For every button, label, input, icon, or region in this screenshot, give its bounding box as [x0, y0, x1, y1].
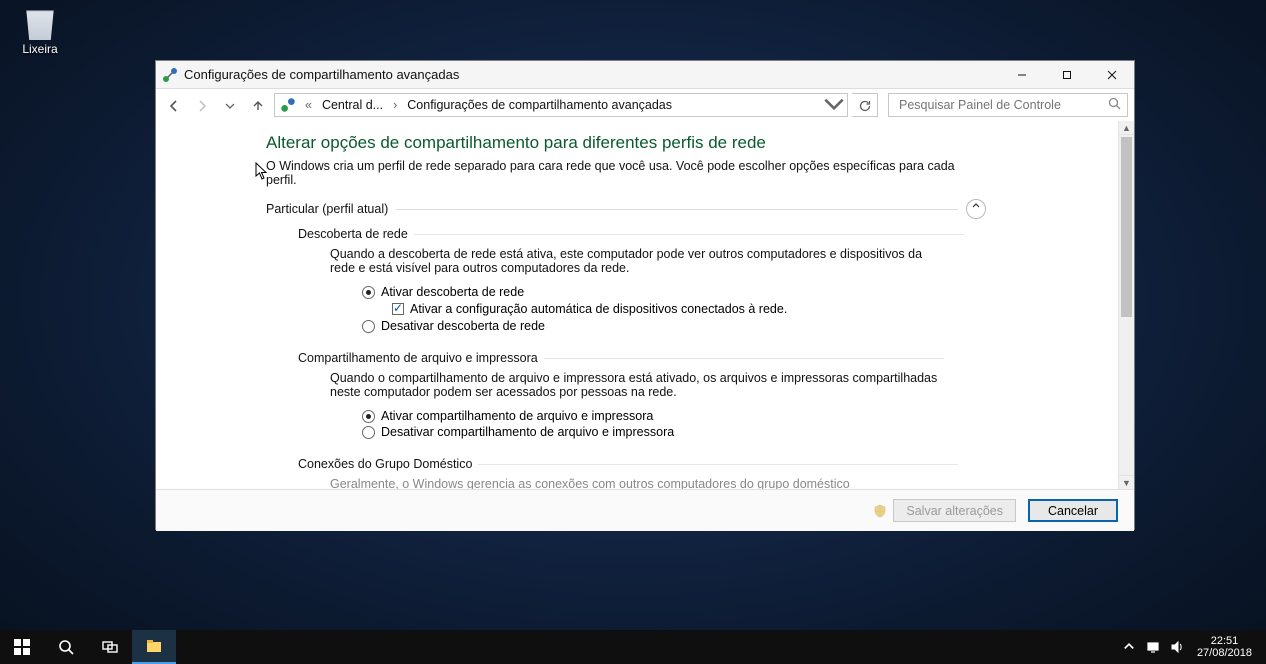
address-history-button[interactable] [821, 91, 847, 120]
network-discovery-explain: Quando a descoberta de rede está ativa, … [298, 247, 938, 275]
recycle-bin-label: Lixeira [10, 42, 70, 56]
clock-time: 22:51 [1197, 635, 1252, 647]
maximize-button[interactable] [1044, 61, 1089, 89]
control-panel-window: Configurações de compartilhamento avança… [155, 60, 1135, 530]
homegroup-title: Conexões do Grupo Doméstico [298, 457, 986, 471]
address-bar[interactable]: « Central d... › Configurações de compar… [274, 93, 848, 117]
recycle-bin[interactable]: Lixeira [10, 4, 70, 56]
save-changes-button[interactable]: Salvar alterações [893, 499, 1016, 522]
network-discovery-title: Descoberta de rede [298, 227, 986, 241]
recycle-bin-icon [22, 4, 58, 40]
checkbox-icon [392, 303, 404, 315]
radio-icon [362, 286, 375, 299]
shield-icon [873, 504, 887, 518]
vertical-scrollbar[interactable]: ▲ ▼ [1118, 121, 1134, 489]
radio-icon [362, 410, 375, 423]
scroll-down-button[interactable]: ▼ [1119, 475, 1134, 489]
tray-network-icon[interactable] [1141, 630, 1165, 664]
scroll-up-button[interactable]: ▲ [1119, 121, 1134, 135]
taskbar-file-explorer[interactable] [132, 630, 176, 664]
check-auto-config[interactable]: Ativar a configuração automática de disp… [392, 302, 986, 316]
taskbar-search-button[interactable] [44, 630, 88, 664]
back-button[interactable] [162, 93, 186, 117]
file-share-explain: Quando o compartilhamento de arquivo e i… [298, 371, 938, 399]
radio-label: Desativar descoberta de rede [381, 319, 545, 333]
window-title: Configurações de compartilhamento avança… [184, 67, 459, 82]
breadcrumb-overflow-icon[interactable]: « [301, 98, 316, 112]
task-view-button[interactable] [88, 630, 132, 664]
scroll-thumb[interactable] [1121, 137, 1132, 317]
recent-locations-button[interactable] [218, 93, 242, 117]
breadcrumb-icon [279, 96, 297, 114]
minimize-button[interactable] [999, 61, 1044, 89]
tray-volume-icon[interactable] [1165, 630, 1189, 664]
forward-button[interactable] [190, 93, 214, 117]
radio-nd-on[interactable]: Ativar descoberta de rede [362, 285, 986, 299]
page-title: Alterar opções de compartilhamento para … [266, 133, 986, 153]
close-button[interactable] [1089, 61, 1134, 89]
radio-nd-off[interactable]: Desativar descoberta de rede [362, 319, 986, 333]
breadcrumb-separator-icon: › [389, 98, 401, 112]
radio-fs-off[interactable]: Desativar compartilhamento de arquivo e … [362, 425, 986, 439]
taskbar[interactable]: 22:51 27/08/2018 [0, 630, 1266, 664]
profile-section-header[interactable]: Particular (perfil atual) [266, 199, 986, 219]
homegroup-explain: Geralmente, o Windows gerencia as conexõ… [298, 477, 938, 489]
radio-label: Ativar descoberta de rede [381, 285, 524, 299]
radio-label: Ativar compartilhamento de arquivo e imp… [381, 409, 653, 423]
start-button[interactable] [0, 630, 44, 664]
dialog-footer: Salvar alterações Cancelar [156, 489, 1134, 531]
radio-icon [362, 320, 375, 333]
radio-fs-on[interactable]: Ativar compartilhamento de arquivo e imp… [362, 409, 986, 423]
checkbox-label: Ativar a configuração automática de disp… [410, 302, 787, 316]
titlebar[interactable]: Configurações de compartilhamento avança… [156, 61, 1134, 89]
search-input[interactable] [897, 97, 1108, 113]
page-intro: O Windows cria um perfil de rede separad… [266, 159, 966, 187]
breadcrumb-part-current[interactable]: Configurações de compartilhamento avança… [401, 98, 678, 112]
taskbar-clock[interactable]: 22:51 27/08/2018 [1189, 635, 1260, 659]
clock-date: 27/08/2018 [1197, 647, 1252, 659]
breadcrumb-part-central[interactable]: Central d... [316, 98, 389, 112]
refresh-button[interactable] [852, 93, 878, 117]
collapse-toggle[interactable] [966, 199, 986, 219]
radio-icon [362, 426, 375, 439]
radio-label: Desativar compartilhamento de arquivo e … [381, 425, 674, 439]
search-box[interactable] [888, 93, 1128, 117]
navbar: « Central d... › Configurações de compar… [156, 89, 1134, 121]
file-share-title: Compartilhamento de arquivo e impressora [298, 351, 986, 365]
profile-label: Particular (perfil atual) [266, 202, 388, 216]
network-sharing-icon [162, 67, 178, 83]
search-icon[interactable] [1108, 97, 1121, 113]
cancel-button[interactable]: Cancelar [1028, 499, 1118, 522]
tray-overflow-button[interactable] [1117, 630, 1141, 664]
up-button[interactable] [246, 93, 270, 117]
